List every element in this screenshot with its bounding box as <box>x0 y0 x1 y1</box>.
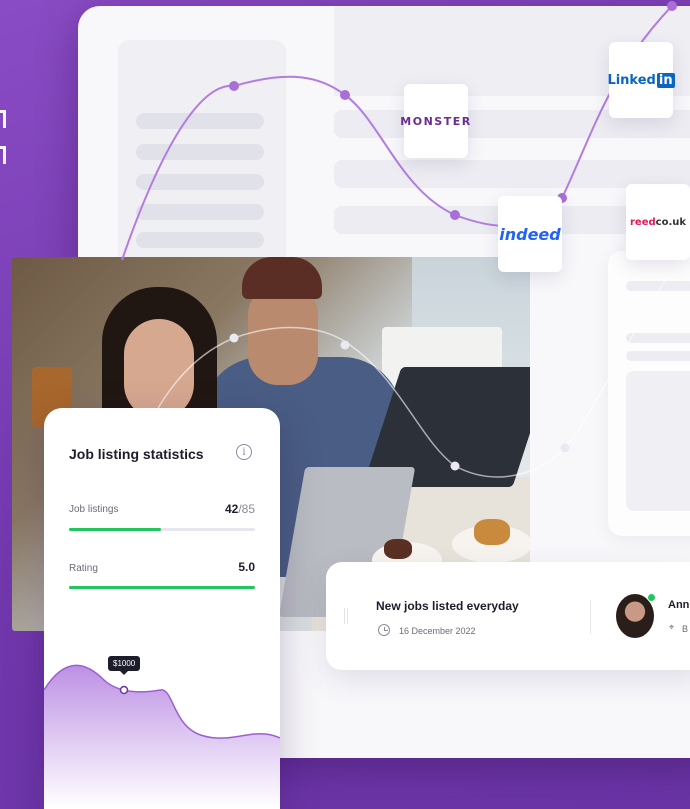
reed-logo-word: reed <box>629 216 656 228</box>
linkedin-logo-in: in <box>656 72 675 88</box>
drag-handle-icon[interactable] <box>344 608 348 624</box>
jobs-headline: New jobs listed everyday <box>376 599 519 613</box>
person-name: Ann <box>668 599 690 611</box>
curve-dot <box>229 81 239 91</box>
job-info-bar[interactable]: New jobs listed everyday 16 December 202… <box>326 562 690 670</box>
online-status-dot <box>647 593 656 602</box>
linkedin-logo-text: Linked in <box>607 72 675 88</box>
curve-dot <box>560 443 570 453</box>
jobs-date: 16 December 2022 <box>399 626 476 636</box>
curve-dot <box>340 340 350 350</box>
job-listing-statistics-card: Job listing statistics i Job listings 42… <box>44 408 280 809</box>
linkedin-logo[interactable]: Linked in <box>607 42 675 118</box>
curve-dot <box>340 90 350 100</box>
monster-logo-text: MONSTER <box>400 114 472 128</box>
reed-logo-suffix: co.uk <box>655 216 687 228</box>
map-pin-icon: ⌖ <box>669 622 675 632</box>
curve-dot <box>667 1 677 11</box>
curve-dot <box>450 210 460 220</box>
clock-icon <box>378 624 390 636</box>
linkedin-logo-word: Linked <box>607 72 656 88</box>
info-bar-divider <box>590 600 591 634</box>
chart-point-marker[interactable] <box>119 685 129 695</box>
indeed-logo[interactable]: indeed <box>498 196 562 272</box>
curve-dot <box>229 333 239 343</box>
person-location: B <box>682 624 689 634</box>
monster-logo[interactable]: MONSTER <box>400 84 470 158</box>
indeed-logo-text: indeed <box>499 224 561 244</box>
curve-dot <box>450 461 460 471</box>
stats-area-chart <box>44 664 280 809</box>
chart-value-tooltip: $1000 <box>108 656 141 675</box>
reed-logo[interactable]: reedco.uk <box>626 184 690 260</box>
reed-logo-text: reedco.uk <box>630 217 686 228</box>
